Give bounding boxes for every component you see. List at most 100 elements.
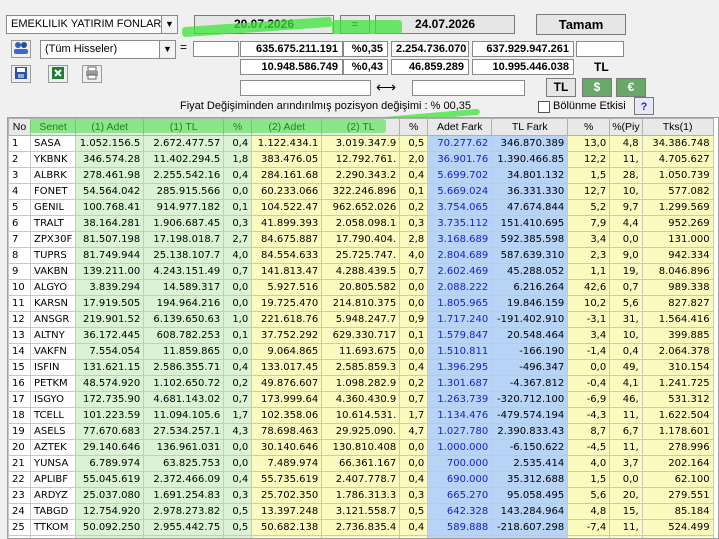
- table-cell: VAKFN: [29, 343, 77, 360]
- blank-field[interactable]: [193, 41, 239, 57]
- table-cell: 0,1: [399, 535, 429, 538]
- excel-icon[interactable]: [48, 65, 68, 83]
- table-cell: 4,1: [609, 375, 643, 392]
- eur-button[interactable]: €: [616, 78, 646, 97]
- help-icon[interactable]: ?: [634, 97, 654, 115]
- table-row[interactable]: 8 TUPRS 81.749.944 25.138.107.7 4,0 84.554.63…: [8, 247, 714, 264]
- table-cell: 84.675.887: [251, 231, 323, 248]
- sum-r1-blank[interactable]: [576, 41, 624, 57]
- table-cell: 11.859.865: [143, 343, 225, 360]
- table-row[interactable]: 10 ALGYO 3.839.294 14.589.317 0,0 5.927.516 20…: [8, 279, 714, 296]
- table-cell: 81.749.944: [75, 247, 145, 264]
- table-cell: -166.190: [491, 343, 569, 360]
- column-header[interactable]: %: [567, 118, 611, 136]
- table-cell: 18: [8, 407, 31, 424]
- table-cell: 1.906.687.45: [143, 215, 225, 232]
- swap-icon[interactable]: ⟷: [376, 79, 396, 96]
- bolunme-checkbox[interactable]: [538, 101, 550, 113]
- table-cell: GENIL: [29, 199, 77, 216]
- table-row[interactable]: 1 SASA 1.052.156.5 2.672.477.57 0,4 1.122.434…: [8, 135, 714, 152]
- table-row[interactable]: 4 FONET 54.564.042 285.915.566 0,0 60.233.066…: [8, 183, 714, 200]
- table-cell: 104.522.47: [251, 199, 323, 216]
- table-cell: 14: [8, 343, 31, 360]
- table-row[interactable]: 17 ISGYO 172.735.90 4.681.143.02 0,7 173.999.…: [8, 391, 714, 408]
- table-row[interactable]: 2 YKBNK 346.574.28 11.402.294.5 1,8 383.476.0…: [8, 151, 714, 168]
- table-cell: ARDYZ: [29, 487, 77, 504]
- chevron-down-icon[interactable]: ▼: [159, 41, 175, 58]
- table-row[interactable]: 12 ANSGR 219.901.52 6.139.650.63 1,0 221.618.…: [8, 311, 714, 328]
- table-row[interactable]: 25 TTKOM 50.092.250 2.955.442.75 0,5 50.682.1…: [8, 519, 714, 536]
- column-header[interactable]: %: [399, 118, 429, 136]
- save-icon[interactable]: [11, 65, 31, 83]
- usd-button[interactable]: $: [582, 78, 612, 97]
- table-cell: KARSN: [29, 295, 77, 312]
- table-cell: 1.102.650.72: [143, 375, 225, 392]
- table-cell: 285.915.566: [143, 183, 225, 200]
- table-cell: 5,6: [609, 295, 643, 312]
- column-header[interactable]: TL Fark: [491, 118, 569, 136]
- users-icon[interactable]: [11, 40, 31, 58]
- table-cell: 0,5: [399, 503, 429, 520]
- table-cell: 4.705.627: [641, 151, 714, 168]
- table-cell: ALGYO: [29, 279, 77, 296]
- table-row[interactable]: 14 VAKFN 7.554.054 11.859.865 0,0 9.064.865 11…: [8, 343, 714, 360]
- table-cell: 77.670.683: [75, 423, 145, 440]
- data-grid[interactable]: NoSenet(1) Adet(1) TL%(2) Adet(2) TL%Ade…: [7, 117, 719, 539]
- input-left[interactable]: [240, 80, 371, 96]
- tl-button[interactable]: TL: [546, 78, 576, 97]
- table-cell: 6.216.264: [491, 279, 569, 296]
- table-cell: 0,0: [223, 439, 253, 456]
- print-icon[interactable]: [82, 65, 102, 83]
- tl-button-label: TL: [553, 80, 569, 94]
- sum-r1-c3: 2.254.736.070: [391, 41, 469, 57]
- table-cell: 4,4: [609, 215, 643, 232]
- input-right[interactable]: [412, 80, 525, 96]
- table-row[interactable]: 21 YUNSA 6.789.974 63.825.753 0,0 7.489.974 66…: [8, 455, 714, 472]
- table-row[interactable]: 6 TRALT 38.164.281 1.906.687.45 0,3 41.899.39…: [8, 215, 714, 232]
- table-row[interactable]: 13 ALTNY 36.172.445 608.782.253 0,1 37.752.29…: [8, 327, 714, 344]
- table-row[interactable]: 16 PETKM 48.574.920 1.102.650.72 0,2 49.876.6…: [8, 375, 714, 392]
- table-cell: 28,: [609, 167, 643, 184]
- table-cell: -218.607.298: [491, 519, 569, 536]
- table-cell: 1.050.739: [641, 167, 714, 184]
- table-cell: 70.277.62: [427, 135, 493, 152]
- table-cell: 3: [8, 167, 31, 184]
- table-cell: 1.122.434.1: [251, 135, 323, 152]
- table-cell: 6.789.974: [75, 455, 145, 472]
- table-row[interactable]: 18 TCELL 101.223.59 11.094.105.6 1,7 102.358.…: [8, 407, 714, 424]
- table-cell: 0,3: [223, 487, 253, 504]
- table-cell: TRALT: [29, 215, 77, 232]
- table-row[interactable]: 15 ISFIN 131.621.15 2.586.355.71 0,4 133.017.…: [8, 359, 714, 376]
- table-row[interactable]: 24 TABGD 12.754.920 2.978.273.82 0,5 13.397.2…: [8, 503, 714, 520]
- table-row[interactable]: 23 ARDYZ 25.037.080 1.691.254.83 0,3 25.702.3…: [8, 487, 714, 504]
- table-cell: 0,0: [399, 455, 429, 472]
- column-header[interactable]: Adet Fark: [427, 118, 493, 136]
- fund-type-select[interactable]: EMEKLILIK YATIRIM FONLAR ▼: [6, 15, 178, 34]
- table-cell: 4.243.151.49: [143, 263, 225, 280]
- column-header[interactable]: Tks(1): [641, 118, 714, 136]
- table-row[interactable]: 26ANHYT7.395.897760.298.2680,17.964.4018…: [8, 535, 714, 538]
- stock-filter-select[interactable]: (Tüm Hisseler) ▼: [40, 40, 176, 59]
- table-row[interactable]: 20 AZTEK 29.140.646 136.961.031 0,0 30.140.64…: [8, 439, 714, 456]
- table-cell: 11,: [609, 151, 643, 168]
- table-cell: 42,6: [567, 279, 611, 296]
- table-cell: 25: [8, 519, 31, 536]
- table-cell: 0,1: [399, 183, 429, 200]
- table-row[interactable]: 7 ZPX30F 81.507.198 17.198.018.7 2,7 84.675.8…: [8, 231, 714, 248]
- ok-button[interactable]: Tamam: [536, 14, 626, 35]
- table-row[interactable]: 19 ASELS 77.670.683 27.534.257.1 4,3 78.698.4…: [8, 423, 714, 440]
- table-cell: 45.288.052: [491, 263, 569, 280]
- column-header[interactable]: No: [8, 118, 31, 136]
- table-cell: 4,8: [567, 503, 611, 520]
- table-row[interactable]: 3 ALBRK 278.461.98 2.255.542.16 0,4 284.161.6…: [8, 167, 714, 184]
- table-cell: 10,9: [567, 535, 611, 538]
- table-row[interactable]: 9 VAKBN 139.211.00 4.243.151.49 0,7 141.813.4…: [8, 263, 714, 280]
- table-row[interactable]: 11 KARSN 17.919.505 194.964.216 0,0 19.725.47…: [8, 295, 714, 312]
- table-row[interactable]: 22 APLIBF 55.045.619 2.372.466.09 0,4 55.735.…: [8, 471, 714, 488]
- column-header[interactable]: %(Piy: [609, 118, 643, 136]
- sum-r1-c2: %0,35: [343, 41, 388, 57]
- chevron-down-icon[interactable]: ▼: [161, 16, 177, 33]
- table-row[interactable]: 5 GENIL 100.768.41 914.977.182 0,1 104.522.47…: [8, 199, 714, 216]
- table-cell: 5,2: [567, 199, 611, 216]
- table-cell: 81.507.198: [75, 231, 145, 248]
